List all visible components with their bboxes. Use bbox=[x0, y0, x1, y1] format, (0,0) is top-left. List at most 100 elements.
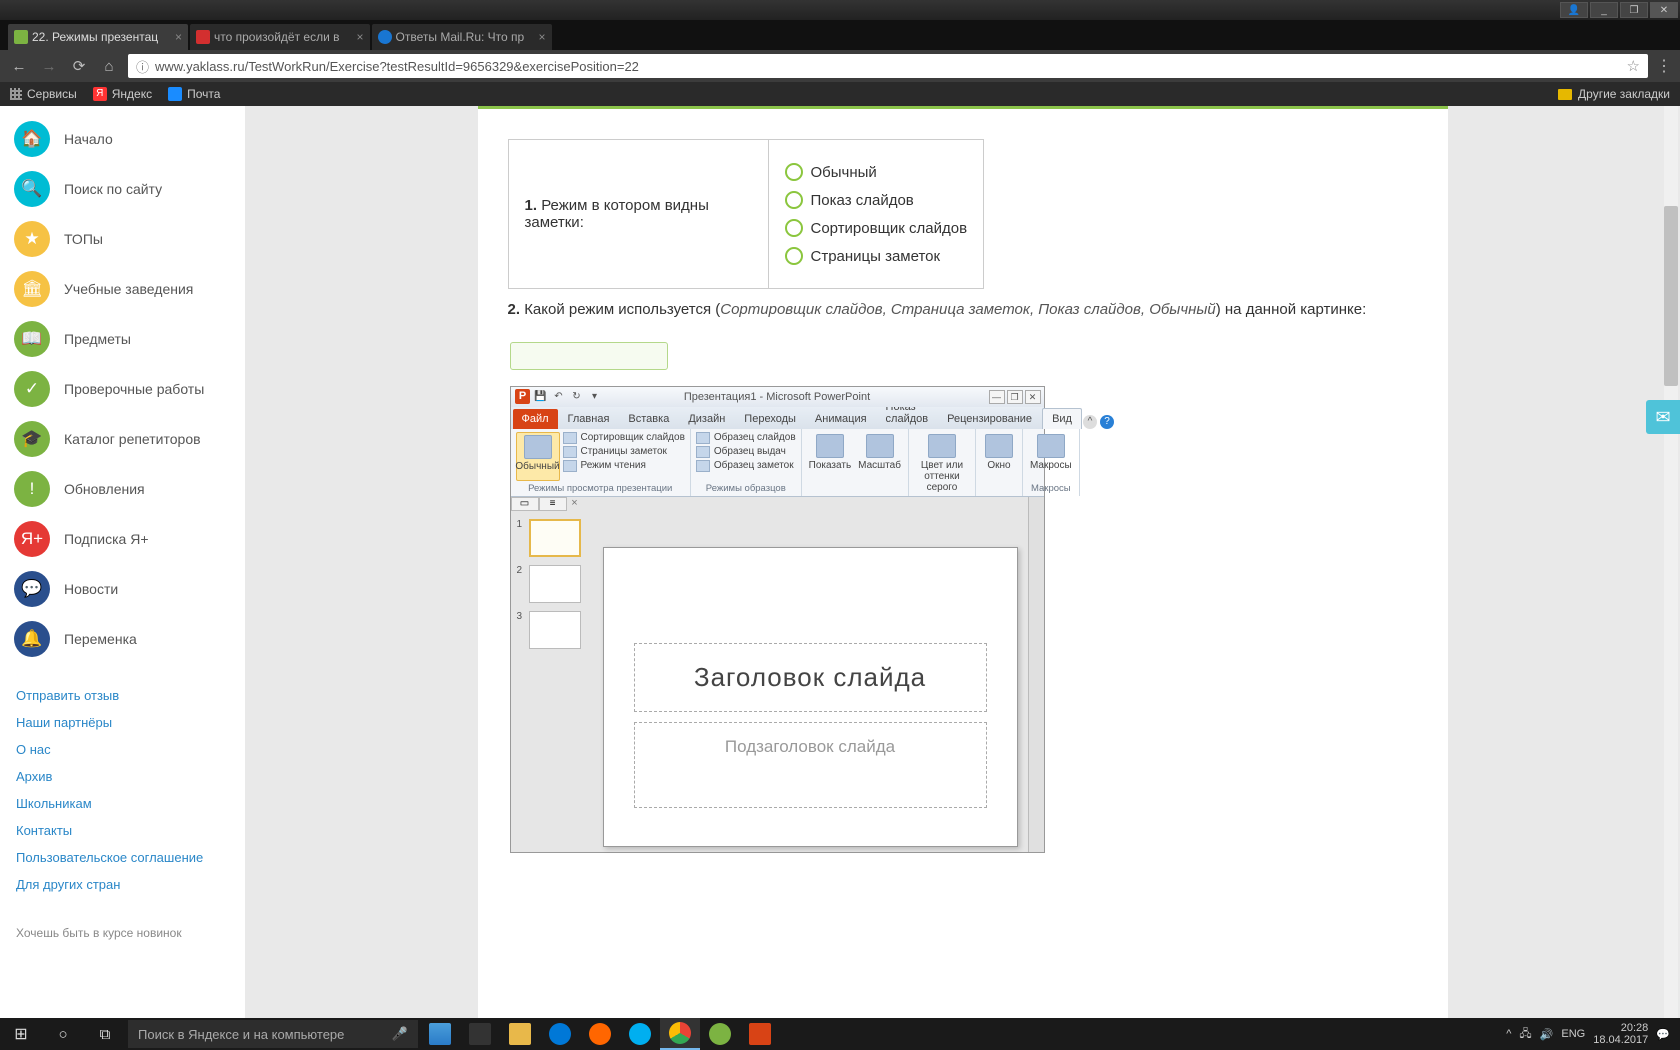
ribbon-small-button: Режим чтения bbox=[563, 460, 685, 472]
taskbar-app[interactable] bbox=[540, 1018, 580, 1050]
os-maximize[interactable]: ❐ bbox=[1620, 2, 1648, 18]
ribbon-small-icon bbox=[563, 432, 577, 444]
sidebar-item[interactable]: 🎓Каталог репетиторов bbox=[0, 414, 245, 464]
radio-option[interactable]: Страницы заметок bbox=[785, 242, 968, 270]
ppt-help-icon: ? bbox=[1100, 415, 1114, 429]
taskview-icon[interactable]: ⧉ bbox=[84, 1018, 126, 1050]
os-close[interactable]: ✕ bbox=[1650, 2, 1678, 18]
browser-tab[interactable]: Ответы Mail.Ru: Что пр × bbox=[372, 24, 552, 50]
sidebar-link[interactable]: О нас bbox=[16, 736, 229, 763]
bookmarks-bar: Сервисы Я Яндекс Почта Другие закладки bbox=[0, 82, 1680, 106]
taskbar-app[interactable] bbox=[620, 1018, 660, 1050]
bookmark-star-icon[interactable]: ☆ bbox=[1627, 57, 1640, 75]
ribbon-group-label: Режимы просмотра презентации bbox=[516, 481, 685, 496]
bookmark-services[interactable]: Сервисы bbox=[10, 87, 77, 101]
tray-volume-icon[interactable]: 🔊 bbox=[1540, 1028, 1554, 1041]
sidebar-label: Переменка bbox=[64, 631, 137, 647]
ribbon-small-icon bbox=[563, 460, 577, 472]
sidebar-item[interactable]: 🏠Начало bbox=[0, 114, 245, 164]
radio-option[interactable]: Обычный bbox=[785, 158, 968, 186]
sidebar-item[interactable]: 📖Предметы bbox=[0, 314, 245, 364]
taskbar-app[interactable] bbox=[700, 1018, 740, 1050]
ribbon-small-icon bbox=[696, 446, 710, 458]
taskbar-app-chrome[interactable] bbox=[660, 1018, 700, 1050]
answer-input[interactable] bbox=[510, 342, 668, 370]
ppt-minimize-icon: — bbox=[989, 390, 1005, 404]
sidebar-label: Обновления bbox=[64, 481, 145, 497]
radio-option[interactable]: Сортировщик слайдов bbox=[785, 214, 968, 242]
mic-icon[interactable]: 🎤 bbox=[392, 1026, 408, 1042]
reload-button[interactable]: ⟳ bbox=[68, 55, 90, 77]
sidebar-item[interactable]: 🔍Поиск по сайту bbox=[0, 164, 245, 214]
radio-option[interactable]: Показ слайдов bbox=[785, 186, 968, 214]
taskview-button[interactable]: ○ bbox=[42, 1018, 84, 1050]
site-info-icon[interactable]: ⓘ bbox=[136, 57, 149, 76]
os-user-icon[interactable]: 👤 bbox=[1560, 2, 1588, 18]
notifications-icon[interactable]: 💬 bbox=[1656, 1028, 1670, 1041]
sidebar-link[interactable]: Для других стран bbox=[16, 871, 229, 898]
tray-chevron-icon[interactable]: ^ bbox=[1506, 1028, 1511, 1040]
window-icon bbox=[985, 434, 1013, 458]
back-button[interactable]: ← bbox=[8, 55, 30, 77]
macros-icon bbox=[1037, 434, 1065, 458]
forward-button[interactable]: → bbox=[38, 55, 60, 77]
yandex-icon: Я bbox=[93, 87, 107, 101]
sidebar-link[interactable]: Наши партнёры bbox=[16, 709, 229, 736]
tab-title: что произойдёт если в bbox=[214, 30, 340, 44]
ppt-slide: Заголовок слайда Подзаголовок слайда bbox=[603, 547, 1018, 847]
browser-menu-icon[interactable]: ⋮ bbox=[1656, 56, 1672, 76]
ppt-close-icon: ✕ bbox=[1025, 390, 1041, 404]
sidebar-link[interactable]: Школьникам bbox=[16, 790, 229, 817]
ppt-app-icon: P bbox=[515, 389, 530, 404]
sidebar-link[interactable]: Контакты bbox=[16, 817, 229, 844]
sidebar-item[interactable]: ★ТОПы bbox=[0, 214, 245, 264]
feedback-button[interactable]: ✉ bbox=[1646, 400, 1680, 434]
sidebar-icon: 🔔 bbox=[14, 621, 50, 657]
ppt-maximize-icon: ❐ bbox=[1007, 390, 1023, 404]
page-scrollbar[interactable] bbox=[1664, 106, 1678, 1018]
close-icon[interactable]: × bbox=[175, 30, 182, 44]
sidebar-link[interactable]: Пользовательское соглашение bbox=[16, 844, 229, 871]
taskbar-app[interactable] bbox=[420, 1018, 460, 1050]
sidebar-link[interactable]: Архив bbox=[16, 763, 229, 790]
taskbar-clock[interactable]: 20:28 18.04.2017 bbox=[1593, 1022, 1648, 1046]
ribbon-label: Обычный bbox=[515, 461, 559, 472]
address-bar[interactable]: ⓘ www.yaklass.ru/TestWorkRun/Exercise?te… bbox=[128, 54, 1648, 78]
sidebar-icon: 🎓 bbox=[14, 421, 50, 457]
ppt-tab: Переходы bbox=[735, 409, 805, 429]
browser-toolbar: ← → ⟳ ⌂ ⓘ www.yaklass.ru/TestWorkRun/Exe… bbox=[0, 50, 1680, 82]
taskbar-app[interactable] bbox=[460, 1018, 500, 1050]
sidebar-link[interactable]: Отправить отзыв bbox=[16, 682, 229, 709]
sidebar-label: Подписка Я+ bbox=[64, 531, 149, 547]
sidebar-item[interactable]: 🔔 Переменка bbox=[0, 614, 245, 664]
bookmark-mail[interactable]: Почта bbox=[168, 87, 220, 101]
taskbar-app[interactable] bbox=[500, 1018, 540, 1050]
store-icon bbox=[429, 1023, 451, 1045]
sidebar-item[interactable]: 💬Новости bbox=[0, 564, 245, 614]
bookmark-yandex[interactable]: Я Яндекс bbox=[93, 87, 152, 101]
ppt-tab: Анимация bbox=[806, 409, 876, 429]
other-bookmarks[interactable]: Другие закладки bbox=[1578, 87, 1670, 101]
taskbar-search[interactable]: Поиск в Яндексе и на компьютере 🎤 bbox=[128, 1020, 418, 1048]
browser-tab[interactable]: что произойдёт если в × bbox=[190, 24, 370, 50]
browser-tab[interactable]: 22. Режимы презентац × bbox=[8, 24, 188, 50]
question-1-prompt: 1. Режим в котором видны заметки: bbox=[508, 140, 768, 289]
taskbar-app[interactable] bbox=[740, 1018, 780, 1050]
sidebar-item[interactable]: ✓Проверочные работы bbox=[0, 364, 245, 414]
start-button[interactable]: ⊞ bbox=[0, 1018, 42, 1050]
tray-lang[interactable]: ENG bbox=[1561, 1028, 1585, 1040]
close-icon[interactable]: × bbox=[539, 30, 546, 44]
sidebar-item[interactable]: Я+ Подписка Я+ bbox=[0, 514, 245, 564]
sidebar-item[interactable]: 🏛Учебные заведения bbox=[0, 264, 245, 314]
tray-network-icon[interactable]: 🖧 bbox=[1519, 1025, 1531, 1044]
explorer-icon bbox=[509, 1023, 531, 1045]
close-icon[interactable]: × bbox=[357, 30, 364, 44]
sidebar-item[interactable]: !Обновления bbox=[0, 464, 245, 514]
ribbon-small-button: Образец заметок bbox=[696, 460, 796, 472]
os-minimize[interactable]: _ bbox=[1590, 2, 1618, 18]
ppt-color-button: Цвет или оттенки серого bbox=[914, 432, 970, 495]
sidebar-icon: Я+ bbox=[14, 521, 50, 557]
taskbar-app[interactable] bbox=[580, 1018, 620, 1050]
home-button[interactable]: ⌂ bbox=[98, 55, 120, 77]
ppt-tab: Главная bbox=[559, 409, 619, 429]
